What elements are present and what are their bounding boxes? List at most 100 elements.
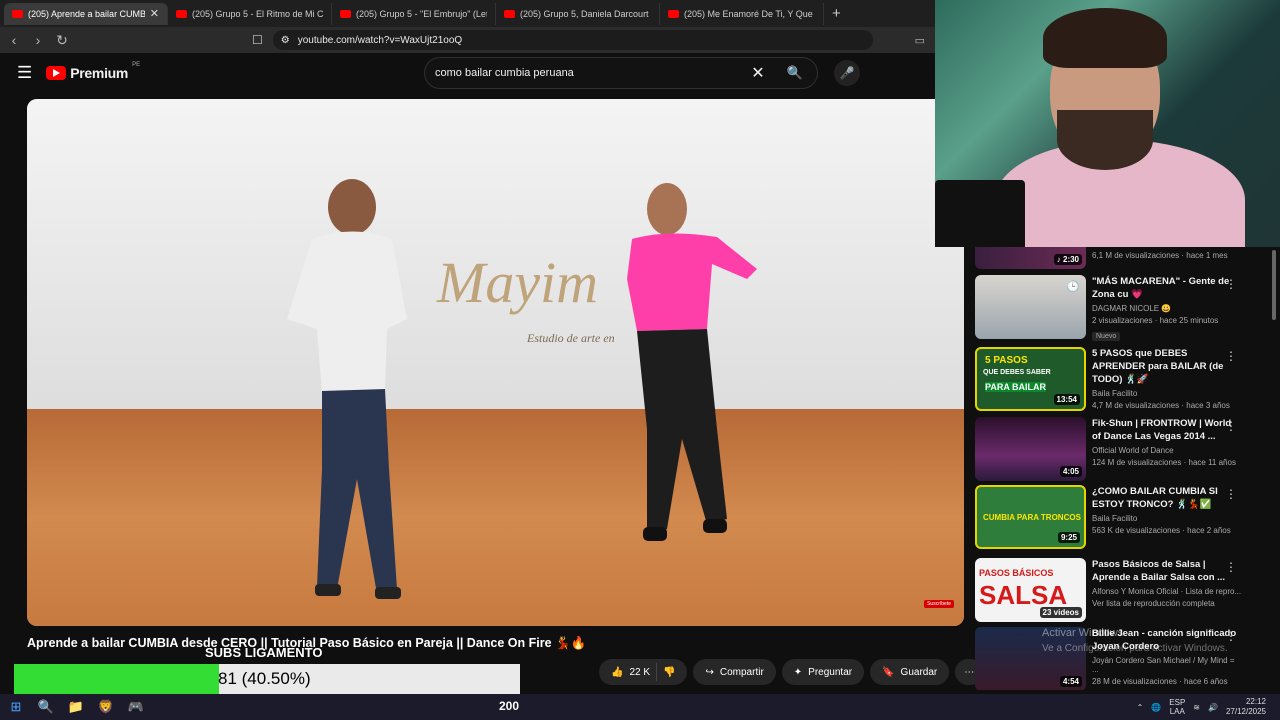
system-clock[interactable]: 22:12 27/12/2025	[1226, 697, 1266, 717]
search-icon[interactable]: 🔍	[773, 58, 817, 88]
site-info-icon[interactable]: ⚙	[281, 35, 290, 46]
youtube-favicon-icon	[176, 9, 187, 18]
youtube-play-icon	[46, 66, 67, 80]
hamburger-menu-icon[interactable]: ☰	[17, 63, 32, 83]
cast-icon[interactable]: ▭	[915, 34, 925, 47]
search-input[interactable]: como bailar cumbia peruana	[435, 67, 743, 79]
more-options-icon[interactable]: ⋮	[1225, 629, 1237, 643]
list-item[interactable]: CUMBIA PARA TRONCOS 9:25 ¿COMO BAILAR CU…	[975, 485, 1265, 549]
item-title[interactable]: "MÁS MACARENA" - Gente de Zona cu 💗	[1092, 275, 1242, 301]
item-channel[interactable]: Baila Facilito	[1092, 514, 1242, 523]
webcam-overlay	[935, 0, 1280, 247]
item-channel[interactable]: DAGMAR NICOLE 😀	[1092, 304, 1242, 313]
subscribe-watermark[interactable]: Suscríbete	[924, 600, 954, 608]
search-box[interactable]: como bailar cumbia peruana ✕ 🔍	[424, 57, 818, 89]
video-player[interactable]: Mayim Estudio de arte en Suscríbete	[27, 99, 964, 626]
item-title[interactable]: Fik-Shun | FRONTROW | World of Dance Las…	[1092, 417, 1242, 443]
url-field[interactable]: ⚙ youtube.com/watch?v=WaxUjt21ooQ	[272, 30, 873, 50]
youtube-logo[interactable]: Premium PE	[46, 62, 140, 81]
subs-goal-value: 81 (40.50%)	[218, 669, 311, 688]
sidebar-scrollbar[interactable]	[1272, 250, 1276, 320]
windows-start-icon[interactable]: ⊞	[2, 696, 30, 718]
new-tab-button[interactable]: +	[832, 5, 841, 22]
tab-3[interactable]: (205) Grupo 5, Daniela Darcourt - Qu	[496, 2, 660, 25]
tab-1[interactable]: (205) Grupo 5 - El Ritmo de Mi Coraz	[168, 2, 332, 25]
address-bar: ‹ › ↻ ☐ ⚙ youtube.com/watch?v=WaxUjt21oo…	[0, 27, 935, 53]
more-options-icon[interactable]: ⋮	[1225, 277, 1237, 291]
show-hidden-icons-icon[interactable]: ⌃	[1137, 703, 1144, 712]
file-explorer-icon[interactable]: 📁	[62, 696, 90, 718]
video-thumbnail[interactable]: 🕒	[975, 275, 1086, 339]
close-tab-icon[interactable]: ✕	[150, 7, 159, 20]
item-title[interactable]: 5 PASOS que DEBES APRENDER para BAILAR (…	[1092, 347, 1242, 386]
item-channel[interactable]: Official World of Dance	[1092, 446, 1242, 455]
list-item[interactable]: PASOS BÁSICOS SALSA 23 videos Pasos Bási…	[975, 558, 1265, 622]
subs-goal-label: SUBS LIGAMENTO	[205, 645, 323, 660]
reload-icon[interactable]: ↻	[52, 32, 72, 49]
more-options-icon[interactable]: ⋮	[1225, 419, 1237, 433]
video-floor	[27, 409, 964, 626]
clear-search-icon[interactable]: ✕	[743, 63, 773, 83]
more-options-icon[interactable]: ⋮	[1225, 349, 1237, 363]
activate-windows-subtitle: Ve a Configuración para activar Windows.	[1042, 643, 1228, 654]
webcam-hair	[1043, 8, 1167, 68]
item-channel[interactable]: Baila Facilito	[1092, 389, 1242, 398]
tab-label: (205) Grupo 5 - El Ritmo de Mi Coraz	[192, 8, 323, 19]
clock-time: 22:12	[1245, 697, 1266, 706]
item-stats: 124 M de visualizaciones · hace 11 años	[1092, 458, 1236, 467]
language-indicator[interactable]: ESP LAA	[1169, 698, 1185, 716]
tab-2[interactable]: (205) Grupo 5 - "El Embrujo" (Letra)	[332, 2, 496, 25]
thumb-text: QUE DEBES SABER	[983, 369, 1051, 376]
clock-date: 27/12/2025	[1225, 707, 1266, 716]
dislike-icon[interactable]: 👎	[663, 667, 675, 678]
video-thumbnail[interactable]: CUMBIA PARA TRONCOS 9:25	[975, 485, 1086, 549]
ask-button[interactable]: ✦ Preguntar	[781, 659, 865, 685]
item-channel[interactable]: Joyán Cordero San Michael / My Mind = ..…	[1092, 656, 1242, 674]
list-item[interactable]: 5 PASOS QUE DEBES SABER PARA BAILAR 13:5…	[975, 347, 1265, 411]
share-label: Compartir	[719, 666, 764, 678]
studio-logo-text: Mayim	[437, 250, 599, 315]
list-item[interactable]: ♪ 2:30 6,1 M de visualizaciones · hace 1…	[975, 247, 1265, 269]
like-icon[interactable]: 👍	[611, 667, 623, 678]
save-label: Guardar	[900, 666, 938, 678]
item-stats: 563 K de visualizaciones · hace 2 años	[1092, 526, 1231, 535]
brave-browser-icon[interactable]: 🦁	[92, 696, 120, 718]
video-thumbnail[interactable]: 4:05	[975, 417, 1086, 481]
like-count[interactable]: 22 K	[629, 667, 650, 678]
item-channel[interactable]: Alfonso Y Monica Oficial · Lista de repr…	[1092, 587, 1242, 596]
volume-icon[interactable]: 🔊	[1208, 703, 1218, 712]
thumb-text: 5 PASOS	[985, 355, 1028, 366]
new-badge: Nuevo	[1092, 332, 1121, 341]
bookmark-icon[interactable]: ☐	[252, 33, 263, 47]
item-title[interactable]: ¿COMO BAILAR CUMBIA SI ESTOY TRONCO? 🕺💃✅	[1092, 485, 1242, 511]
item-stats[interactable]: Ver lista de reproducción completa	[1092, 599, 1242, 608]
video-thumbnail[interactable]: ♪ 2:30	[975, 247, 1086, 269]
forward-icon[interactable]: ›	[28, 32, 48, 48]
more-options-icon[interactable]: ⋮	[1225, 560, 1237, 574]
tab-0[interactable]: (205) Aprende a bailar CUMBIA d ✕	[4, 2, 168, 25]
watch-later-icon[interactable]: 🕒	[1066, 280, 1080, 293]
save-button[interactable]: 🔖 Guardar	[870, 659, 950, 685]
subs-goal-bar: 81 (40.50%)	[14, 664, 520, 694]
wifi-icon[interactable]: ≋	[1193, 703, 1200, 712]
goal-count: 200	[499, 699, 520, 713]
video-thumbnail[interactable]: PASOS BÁSICOS SALSA 23 videos	[975, 558, 1086, 622]
video-actions: 👍 22 K 👎 ↪ Compartir ✦ Preguntar 🔖 Guardar …	[599, 659, 984, 685]
url-text: youtube.com/watch?v=WaxUjt21ooQ	[297, 34, 463, 46]
discord-icon[interactable]: 🎮	[122, 696, 150, 718]
list-item[interactable]: 🕒 "MÁS MACARENA" - Gente de Zona cu 💗 DA…	[975, 275, 1265, 343]
item-stats: 2 visualizaciones · hace 25 minutos	[1092, 316, 1219, 325]
more-options-icon[interactable]: ⋮	[1225, 487, 1237, 501]
search-icon[interactable]: 🔍	[32, 696, 60, 718]
microphone-icon[interactable]: 🎤	[834, 60, 860, 86]
back-icon[interactable]: ‹	[4, 32, 24, 48]
webcam-beard	[1057, 110, 1153, 170]
video-thumbnail[interactable]: 5 PASOS QUE DEBES SABER PARA BAILAR 13:5…	[975, 347, 1086, 411]
logo-text: Premium	[70, 65, 129, 81]
item-title[interactable]: Pasos Básicos de Salsa | Aprende a Baila…	[1092, 558, 1242, 584]
tab-4[interactable]: (205) Me Enamoré De Ti, Y Que - You	[660, 2, 824, 25]
share-button[interactable]: ↪ Compartir	[693, 659, 776, 685]
divider	[656, 663, 658, 681]
network-icon[interactable]: 🌐	[1151, 703, 1161, 712]
list-item[interactable]: 4:05 Fik-Shun | FRONTROW | World of Danc…	[975, 417, 1265, 481]
